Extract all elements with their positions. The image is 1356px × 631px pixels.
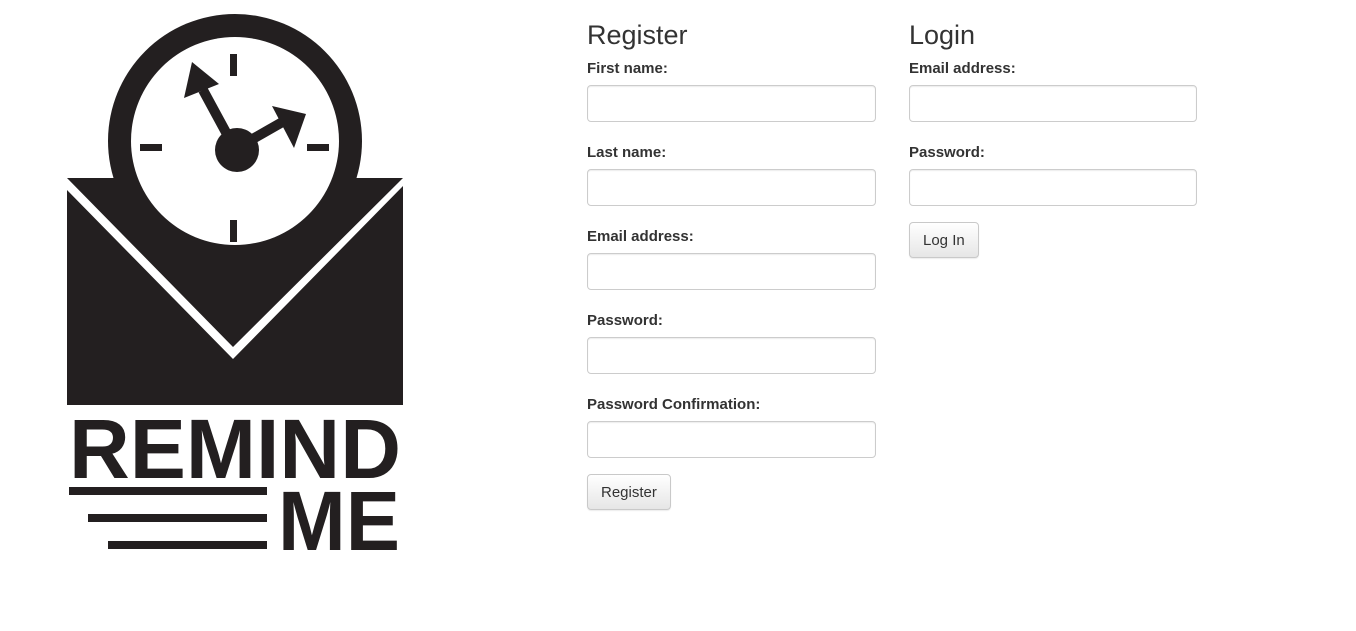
- password-confirmation-label: Password Confirmation:: [587, 396, 761, 413]
- login-email-label: Email address:: [909, 60, 1016, 77]
- login-email-input[interactable]: [909, 85, 1197, 122]
- register-email-group: Email address:: [587, 228, 876, 290]
- last-name-group: Last name:: [587, 144, 876, 206]
- login-password-input[interactable]: [909, 169, 1197, 206]
- last-name-label: Last name:: [587, 144, 667, 161]
- register-password-group: Password:: [587, 312, 876, 374]
- last-name-input[interactable]: [587, 169, 876, 206]
- logo-text-me: ME: [278, 474, 400, 556]
- register-email-input[interactable]: [587, 253, 876, 290]
- register-button[interactable]: Register: [587, 474, 671, 510]
- logo-graphic: REMIND ME: [67, 14, 403, 568]
- register-email-label: Email address:: [587, 228, 694, 245]
- first-name-label: First name:: [587, 60, 668, 77]
- register-password-label: Password:: [587, 312, 663, 329]
- password-confirmation-input[interactable]: [587, 421, 876, 458]
- register-password-input[interactable]: [587, 337, 876, 374]
- login-form: Login Email address: Password: Log In: [909, 20, 1197, 258]
- register-form: Register First name: Last name: Email ad…: [587, 20, 876, 510]
- remind-me-logo: REMIND ME: [64, 14, 406, 568]
- login-button[interactable]: Log In: [909, 222, 979, 258]
- login-email-group: Email address:: [909, 60, 1197, 122]
- first-name-input[interactable]: [587, 85, 876, 122]
- login-password-label: Password:: [909, 144, 985, 161]
- register-heading: Register: [587, 20, 688, 50]
- login-heading: Login: [909, 20, 976, 50]
- first-name-group: First name:: [587, 60, 876, 122]
- password-confirmation-group: Password Confirmation:: [587, 396, 876, 458]
- login-password-group: Password:: [909, 144, 1197, 206]
